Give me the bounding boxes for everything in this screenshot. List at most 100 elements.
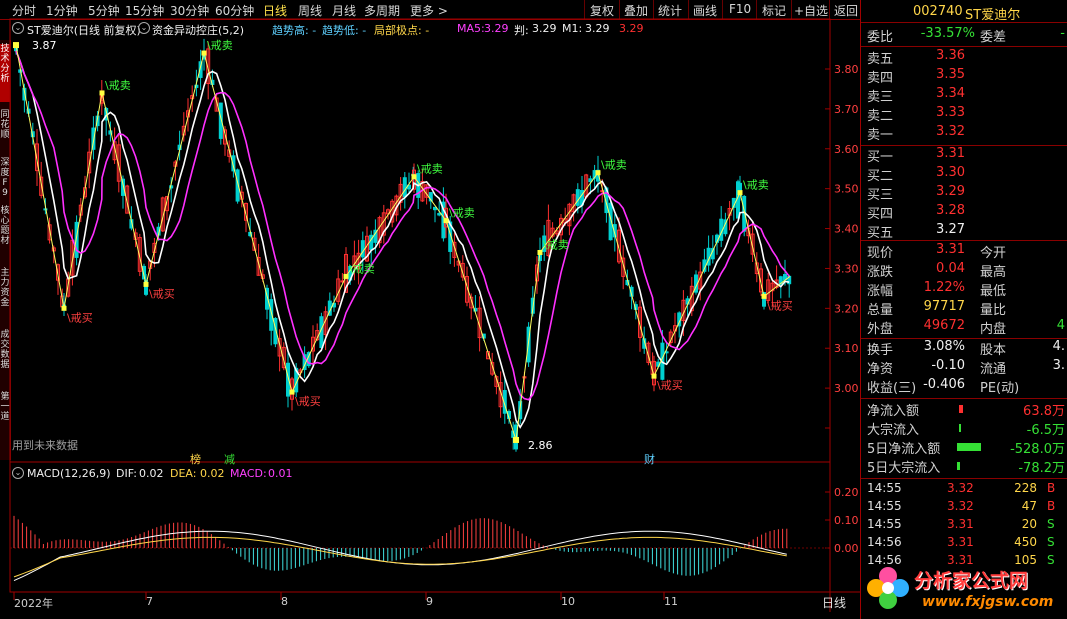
- dif-label: DIF:: [116, 467, 137, 480]
- fund-flow-bar: [959, 405, 963, 413]
- quote-row: 卖三 3.34: [865, 86, 1065, 106]
- fund-flow-row: 5日大宗流入 -78.2万: [865, 457, 1065, 477]
- tick-side: B: [1047, 499, 1056, 513]
- y-tick-label: 3.60: [834, 143, 859, 156]
- sell-signal-label: \戒卖: [543, 238, 569, 251]
- sell-pivot-marker: [595, 170, 601, 176]
- quote-row-value: 3.33: [936, 105, 965, 120]
- weicha-value: -: [1060, 26, 1065, 41]
- tick-time: 14:55: [867, 499, 902, 513]
- sell-signal-label: \戒卖: [349, 262, 375, 275]
- buy-pivot-marker: [651, 373, 657, 379]
- tick-vol: 47: [1021, 499, 1037, 513]
- dif-value: 0.02: [139, 467, 164, 480]
- quote-row-label: 买四: [867, 207, 894, 222]
- chevron-down-icon[interactable]: ⌄: [12, 467, 24, 479]
- quote-row-value2: 3.: [1052, 358, 1065, 373]
- period-indicator[interactable]: 日线: [822, 594, 846, 611]
- high-pivot-marker: [13, 42, 19, 49]
- sell-signal-label: \戒卖: [417, 163, 443, 176]
- quote-row: 卖二 3.33: [865, 105, 1065, 125]
- candle-body: [402, 177, 407, 198]
- y-tick-label: 3.00: [834, 382, 859, 395]
- fund-flow-row: 大宗流入 -6.5万: [865, 419, 1065, 439]
- buy-pivot-marker: [143, 281, 149, 287]
- sell-pivot-marker: [537, 249, 543, 255]
- quote-row-value: 3.29: [936, 184, 965, 199]
- buy-signal-label: \戒买: [149, 287, 175, 300]
- watermark-url: www.fxjgsw.com: [922, 594, 1054, 610]
- fund-flow-row: 5日净流入额 -528.0万: [865, 438, 1065, 458]
- quote-row-label: 收益(三): [867, 381, 917, 396]
- fund-flow-value: -78.2万: [1018, 461, 1065, 476]
- sell-pivot-marker: [99, 90, 105, 96]
- quote-row: 卖一 3.32: [865, 124, 1065, 144]
- sell-pivot-marker: [411, 174, 417, 180]
- candle-body: [437, 213, 442, 216]
- kline-chart[interactable]: 3.80 3.70 3.60 3.50 3.40 3.30 3.20 3.10 3.00 0.20…: [0, 0, 860, 619]
- future-data-note: 用到未来数据: [12, 439, 78, 452]
- tick-vol: 20: [1021, 517, 1037, 531]
- quote-row-label: 卖四: [867, 71, 894, 86]
- x-axis-year: 2022年: [14, 597, 53, 610]
- fund-flow-bar: [957, 462, 960, 470]
- quote-row-label: 换手: [867, 343, 894, 358]
- quote-row-label2: 股本: [980, 343, 1007, 358]
- fund-flow-bar: [959, 424, 961, 432]
- y-tick-label: 3.70: [834, 103, 859, 116]
- quote-row: 买五 3.27: [865, 222, 1065, 242]
- quote-row: 收益(三) -0.406 PE(动): [865, 377, 1065, 397]
- dea-value: 0.02: [200, 467, 225, 480]
- quote-row-label: 卖一: [867, 128, 894, 143]
- price-pane-frame: [9, 18, 831, 463]
- fund-flow-value: 63.8万: [1023, 404, 1065, 419]
- stock-code: 002740: [913, 4, 963, 19]
- sell-pivot-marker: [737, 190, 743, 196]
- quote-row: 涨幅 1.22% 最低: [865, 280, 1065, 300]
- quote-row-value: 3.30: [936, 165, 965, 180]
- y-tick-label: 3.20: [834, 302, 859, 315]
- sell-pivot-marker: [443, 218, 449, 224]
- macd-title[interactable]: MACD(12,26,9): [27, 467, 111, 480]
- quote-row-value: -0.10: [931, 358, 965, 373]
- tick-price: 3.31: [947, 535, 974, 549]
- x-axis-month: 10: [561, 595, 575, 608]
- quote-row-label2: 今开: [980, 246, 1007, 261]
- buy-signal-label: \戒买: [657, 379, 683, 392]
- quote-row-label: 卖三: [867, 90, 894, 105]
- quote-row-label2: 流通: [980, 362, 1007, 377]
- quote-row: 涨跌 0.04 最高: [865, 261, 1065, 281]
- sell-pivot-marker: [343, 273, 349, 279]
- macd-label: MACD:: [230, 467, 267, 480]
- weibi-label: 委比: [867, 30, 894, 45]
- quote-row-label: 买五: [867, 226, 894, 241]
- event-tag-finance[interactable]: 财: [644, 451, 655, 467]
- dea-label: DEA:: [170, 467, 197, 480]
- buy-signal-label: \戒买: [767, 299, 793, 312]
- quote-row: 买二 3.30: [865, 165, 1065, 185]
- quote-row-value: 3.35: [936, 67, 965, 82]
- event-tag-list[interactable]: 榜: [190, 451, 201, 467]
- quote-row-value2: 4.: [1052, 339, 1065, 354]
- tick-row: 14:55 3.32 47 B: [865, 499, 1061, 517]
- x-axis-month: 11: [664, 595, 678, 608]
- tick-side: S: [1047, 517, 1055, 531]
- fund-flow-bar: [957, 443, 981, 451]
- high-price-label: 3.87: [32, 39, 57, 52]
- quote-row-value: 3.27: [936, 222, 965, 237]
- tick-vol: 228: [1014, 481, 1037, 495]
- tick-side: B: [1047, 481, 1056, 495]
- y-tick-label: 3.80: [834, 63, 859, 76]
- macd-tick-label: 0.20: [834, 486, 859, 499]
- low-pivot-marker: [513, 436, 519, 443]
- weibi-value: -33.57%: [920, 26, 975, 41]
- tick-row: 14:55 3.32 228 B: [865, 481, 1061, 499]
- event-tag-reduce[interactable]: 减: [224, 451, 235, 467]
- quote-row-value: 97717: [923, 299, 965, 314]
- quote-row-value: 49672: [923, 318, 965, 333]
- quote-row: 净资 -0.10 流通 3.: [865, 358, 1065, 378]
- quote-row: 卖四 3.35: [865, 67, 1065, 87]
- quote-row-label: 卖二: [867, 109, 894, 124]
- x-axis-month: 9: [426, 595, 433, 608]
- y-tick-label: 3.40: [834, 223, 859, 236]
